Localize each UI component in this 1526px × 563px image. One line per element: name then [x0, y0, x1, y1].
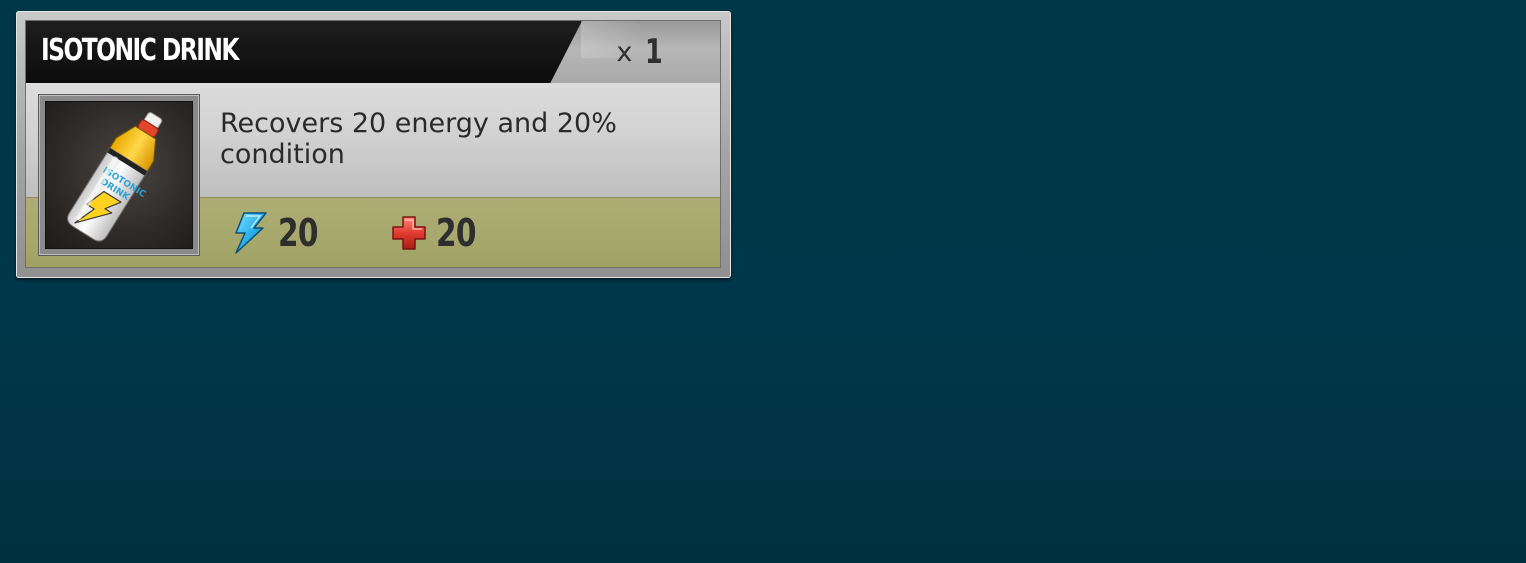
- item-title: ISOTONIC DRINK: [41, 33, 240, 68]
- item-description: Recovers 20 energy and 20% condition: [220, 108, 617, 170]
- item-quantity: x1: [616, 30, 666, 80]
- condition-stat: 20: [390, 206, 487, 260]
- quantity-prefix: x: [616, 37, 633, 68]
- lightning-bolt-icon: [230, 211, 270, 255]
- energy-value: 20: [278, 211, 318, 255]
- red-cross-icon: [390, 214, 428, 252]
- isotonic-drink-bottle-icon: ISOTONIC DRINK: [45, 101, 193, 249]
- item-title-bar: ISOTONIC DRINK x1: [26, 21, 720, 83]
- energy-stat: 20: [230, 206, 329, 260]
- item-image-frame: ISOTONIC DRINK: [38, 94, 200, 256]
- quantity-count: 1: [645, 32, 664, 72]
- condition-value: 20: [436, 211, 476, 255]
- item-card-body: ISOTONIC DRINK x1 Recovers 20 energy and…: [26, 21, 720, 267]
- item-card[interactable]: ISOTONIC DRINK x1 Recovers 20 energy and…: [16, 11, 731, 278]
